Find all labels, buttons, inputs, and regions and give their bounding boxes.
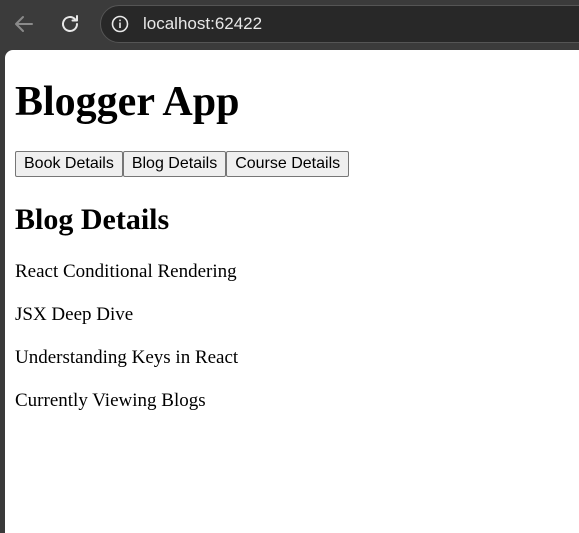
page-viewport: Blogger App Book Details Blog Details Co… [5,50,579,533]
browser-toolbar: localhost:62422 [0,0,579,50]
blog-item: JSX Deep Dive [15,304,134,325]
blog-item: React Conditional Rendering [15,261,237,282]
app-title: Blogger App [15,79,240,125]
course-details-button[interactable]: Course Details [226,151,350,177]
blog-details-button[interactable]: Blog Details [122,151,227,177]
url-text: localhost:62422 [143,14,263,33]
reload-icon [62,15,78,32]
section-title: Blog Details [15,203,170,236]
reload-button[interactable] [56,10,84,38]
nav-button-group: Book Details Blog Details Course Details [15,151,350,177]
address-bar[interactable]: localhost:62422 [100,5,579,43]
status-text: Currently Viewing Blogs [15,390,206,411]
back-button[interactable] [10,10,38,38]
blog-item: Understanding Keys in React [15,347,239,368]
arrow-left-icon [15,16,33,32]
book-details-button[interactable]: Book Details [15,151,123,177]
info-icon[interactable] [111,15,129,33]
